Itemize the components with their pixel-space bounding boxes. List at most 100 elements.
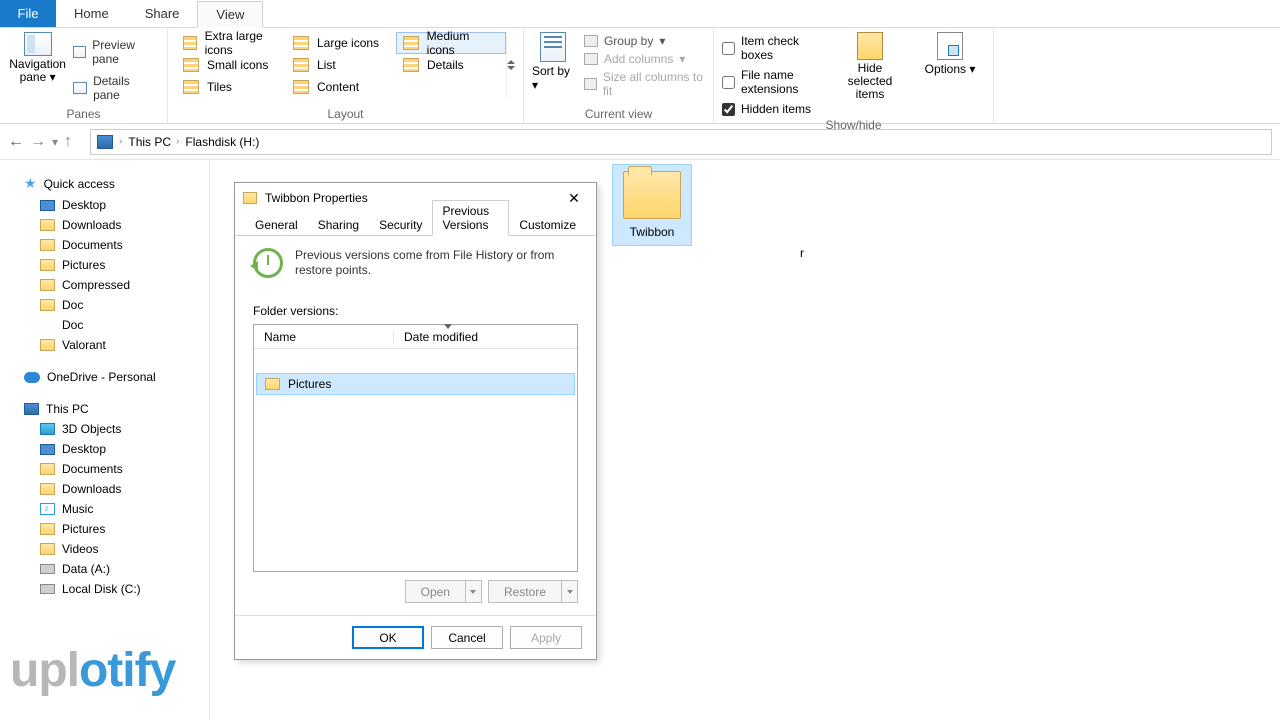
tree-pictures[interactable]: Pictures (4, 255, 205, 275)
col-name[interactable]: Name (254, 330, 394, 344)
watermark-b: otify (79, 644, 175, 697)
restore-button[interactable]: Restore (488, 580, 578, 603)
options-button[interactable]: Options ▾ (915, 32, 985, 116)
tree-videos-label: Videos (62, 542, 98, 556)
tab-view[interactable]: View (197, 1, 263, 28)
tree-pictures2[interactable]: Pictures (4, 519, 205, 539)
apply-button[interactable]: Apply (510, 626, 582, 649)
tab-customize[interactable]: Customize (509, 214, 586, 236)
hidden-items-checkbox[interactable] (722, 103, 735, 116)
tab-share[interactable]: Share (127, 0, 198, 27)
tree-downloads2[interactable]: Downloads (4, 479, 205, 499)
tree-quick-access[interactable]: ★Quick access (4, 172, 205, 195)
file-ext-checkbox[interactable] (722, 76, 735, 89)
versions-list: Name Date modified Pictures (253, 324, 578, 572)
breadcrumb-this-pc[interactable]: This PC › (128, 135, 179, 149)
tab-sharing[interactable]: Sharing (308, 214, 369, 236)
tree-local-c[interactable]: Local Disk (C:) (4, 579, 205, 599)
dialog-titlebar[interactable]: Twibbon Properties ✕ (235, 183, 596, 213)
folder-twibbon[interactable]: Twibbon (612, 164, 692, 246)
tree-onedrive[interactable]: OneDrive - Personal (4, 367, 205, 387)
nav-tree: ★Quick access Desktop Downloads Document… (0, 160, 210, 720)
open-dropdown[interactable] (465, 581, 481, 602)
version-row[interactable]: Pictures (256, 373, 575, 395)
tab-previous-versions[interactable]: Previous Versions (432, 200, 509, 236)
chevron-right-icon: › (119, 136, 122, 147)
panes-group-label: Panes (8, 105, 159, 121)
navigation-pane-button[interactable]: Navigation pane ▾ (8, 32, 67, 84)
onedrive-icon (24, 372, 40, 383)
address-bar[interactable]: › This PC › Flashdisk (H:) (90, 129, 1272, 155)
details-pane-button[interactable]: Details pane (73, 74, 159, 102)
ok-button[interactable]: OK (352, 626, 424, 649)
tab-home[interactable]: Home (56, 0, 127, 27)
options-label: Options (925, 62, 966, 76)
layout-small[interactable]: Small icons (176, 54, 286, 76)
hidden-items-toggle[interactable]: Hidden items (722, 102, 825, 116)
tree-documents2[interactable]: Documents (4, 459, 205, 479)
cancel-button[interactable]: Cancel (431, 626, 503, 649)
col-date[interactable]: Date modified (394, 330, 577, 344)
tab-security[interactable]: Security (369, 214, 432, 236)
tab-file[interactable]: File (0, 0, 56, 27)
folder-icon (265, 378, 280, 390)
layout-list[interactable]: List (286, 54, 396, 76)
tab-general[interactable]: General (245, 214, 308, 236)
restore-dropdown[interactable] (561, 581, 577, 602)
breadcrumb-this-pc-label: This PC (128, 135, 171, 149)
file-ext-toggle[interactable]: File name extensions (722, 68, 825, 96)
drive-icon (40, 584, 55, 594)
tree-valorant[interactable]: Valorant (4, 335, 205, 355)
group-by-button[interactable]: Group by ▾ (584, 34, 705, 48)
add-columns-button[interactable]: Add columns ▾ (584, 52, 705, 66)
tree-desktop2[interactable]: Desktop (4, 439, 205, 459)
tree-compressed[interactable]: Compressed (4, 275, 205, 295)
versions-label: Folder versions: (253, 304, 578, 318)
chevron-right-icon: › (176, 136, 179, 147)
size-all-button[interactable]: Size all columns to fit (584, 70, 705, 98)
address-bar-row: ← → ▾ ↑ › This PC › Flashdisk (H:) (0, 124, 1280, 160)
tree-documents[interactable]: Documents (4, 235, 205, 255)
back-button[interactable]: ← (8, 133, 24, 151)
layout-medium-label: Medium icons (427, 29, 499, 57)
preview-pane-button[interactable]: Preview pane (73, 38, 159, 66)
tree-downloads[interactable]: Downloads (4, 215, 205, 235)
tree-desktop[interactable]: Desktop (4, 195, 205, 215)
tree-valorant-label: Valorant (62, 338, 106, 352)
sort-by-button[interactable]: Sort by ▾ (532, 32, 574, 98)
tree-videos[interactable]: Videos (4, 539, 205, 559)
recent-dropdown[interactable]: ▾ (52, 135, 58, 149)
layout-extra-large[interactable]: Extra large icons (176, 32, 286, 54)
current-view-group-label: Current view (532, 105, 705, 121)
forward-button[interactable]: → (30, 133, 46, 151)
hide-selected-button[interactable]: Hide selected items (835, 32, 905, 116)
up-button[interactable]: ↑ (64, 133, 72, 151)
open-button[interactable]: Open (405, 580, 482, 603)
folder-icon (40, 239, 55, 251)
breadcrumb-drive[interactable]: Flashdisk (H:) (185, 135, 259, 149)
tree-doc[interactable]: Doc (4, 295, 205, 315)
tree-data-a[interactable]: Data (A:) (4, 559, 205, 579)
close-button[interactable]: ✕ (560, 187, 588, 209)
body: ★Quick access Desktop Downloads Document… (0, 160, 1280, 720)
item-checkboxes-toggle[interactable]: Item check boxes (722, 34, 825, 62)
desktop-icon (40, 200, 55, 211)
tree-music[interactable]: Music (4, 499, 205, 519)
tree-this-pc[interactable]: This PC (4, 399, 205, 419)
layout-more[interactable] (506, 32, 515, 98)
layout-large[interactable]: Large icons (286, 32, 396, 54)
tree-doc2-label: Doc (62, 318, 83, 332)
dialog-tabs: General Sharing Security Previous Versio… (235, 213, 596, 236)
layout-details[interactable]: Details (396, 54, 506, 76)
folder-icon (40, 523, 55, 535)
tree-doc2[interactable]: Doc (4, 315, 205, 335)
layout-content[interactable]: Content (286, 76, 396, 98)
folder-icon (623, 171, 681, 219)
list-icon (293, 58, 309, 72)
layout-medium[interactable]: Medium icons (396, 32, 506, 54)
breadcrumb-drive-label: Flashdisk (H:) (185, 135, 259, 149)
layout-tiles[interactable]: Tiles (176, 76, 286, 98)
small-icon (183, 58, 199, 72)
item-checkboxes-checkbox[interactable] (722, 42, 735, 55)
tree-3d-objects[interactable]: 3D Objects (4, 419, 205, 439)
